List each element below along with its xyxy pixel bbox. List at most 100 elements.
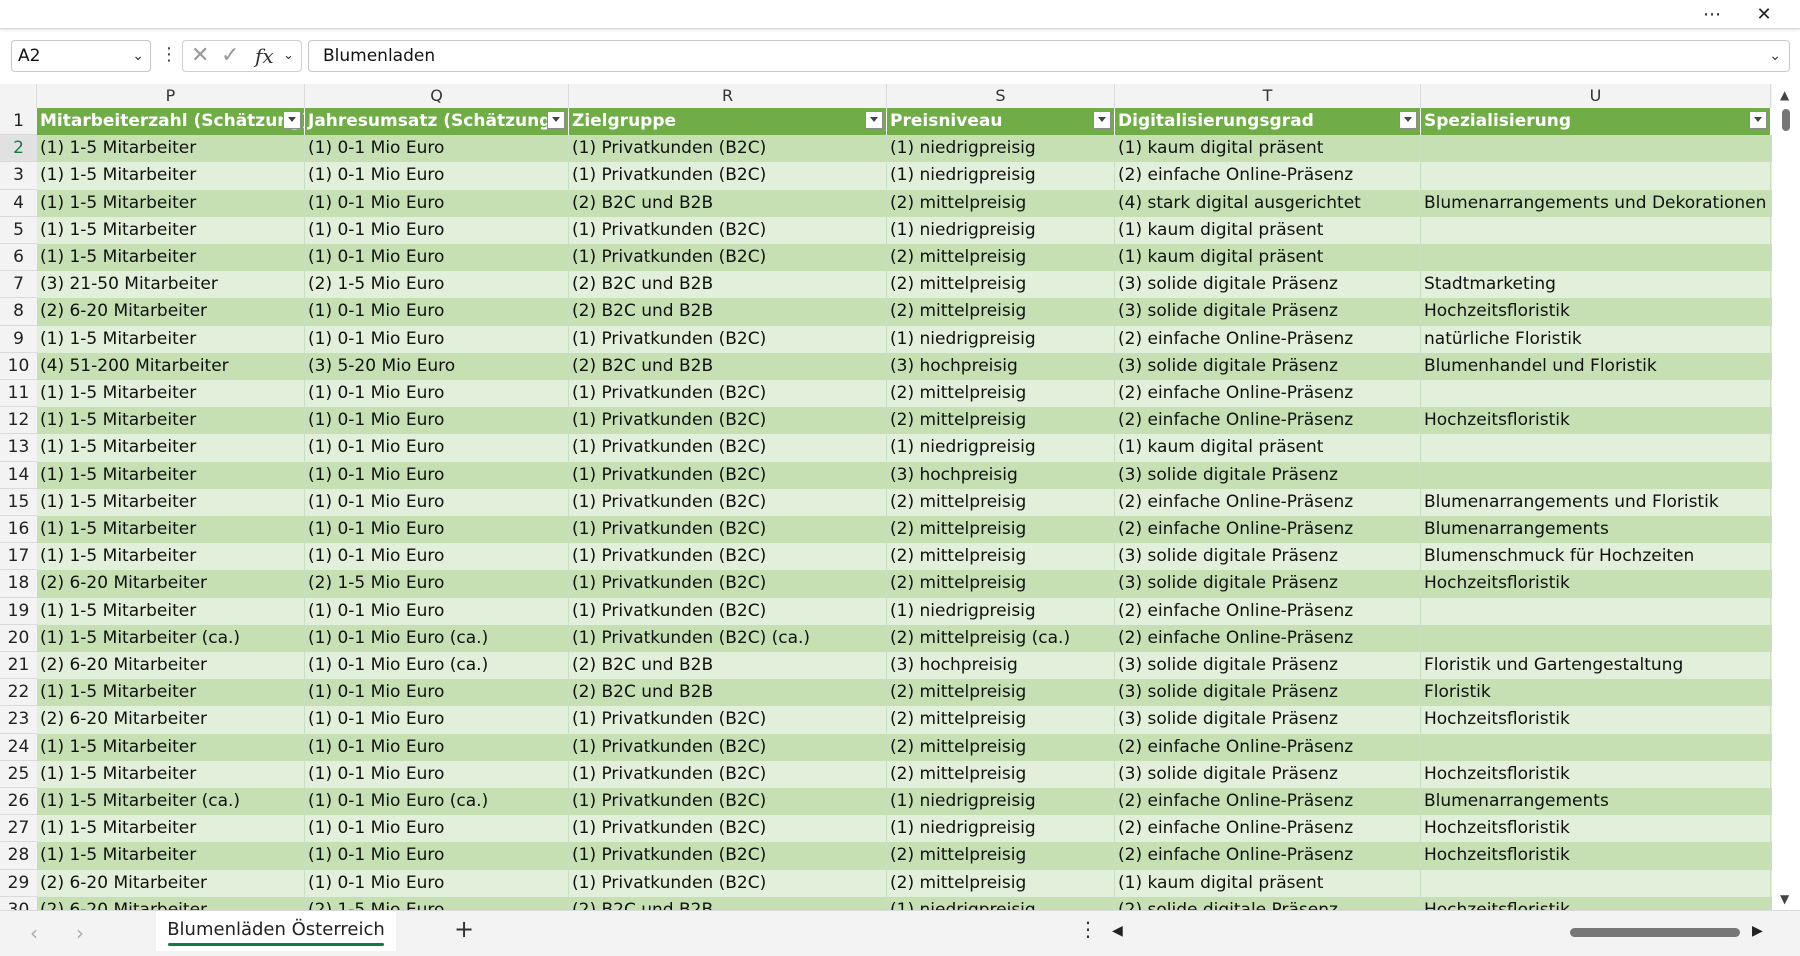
table-cell[interactable]: (2) mittelpreisig <box>887 271 1115 299</box>
table-cell[interactable]: (2) einfache Online-Präsenz <box>1115 407 1421 435</box>
table-cell[interactable]: (1) Privatkunden (B2C) <box>569 706 887 734</box>
vertical-scroll-thumb[interactable] <box>1782 109 1790 131</box>
table-cell[interactable]: (2) mittelpreisig <box>887 679 1115 707</box>
table-cell[interactable]: (1) Privatkunden (B2C) (ca.) <box>569 624 887 652</box>
table-cell[interactable]: (1) 1-5 Mitarbeiter <box>37 842 305 870</box>
table-cell[interactable]: (1) Privatkunden (B2C) <box>569 407 887 435</box>
column-header-s[interactable]: S <box>887 84 1115 108</box>
table-cell[interactable]: (1) Privatkunden (B2C) <box>569 516 887 544</box>
column-header-u[interactable]: U <box>1421 84 1771 108</box>
table-cell[interactable]: (1) 0-1 Mio Euro <box>305 407 569 435</box>
row-number[interactable]: 6 <box>0 244 37 272</box>
table-cell[interactable] <box>1421 434 1771 462</box>
table-cell[interactable]: (1) niedrigpreisig <box>887 434 1115 462</box>
row-number[interactable]: 28 <box>0 842 37 870</box>
table-cell[interactable]: (1) 1-5 Mitarbeiter <box>37 407 305 435</box>
table-cell[interactable]: (1) Privatkunden (B2C) <box>569 597 887 625</box>
table-cell[interactable]: (1) 1-5 Mitarbeiter <box>37 543 305 571</box>
table-cell[interactable]: (2) mittelpreisig <box>887 407 1115 435</box>
row-number[interactable]: 5 <box>0 216 37 244</box>
scroll-left-icon[interactable]: ◀ <box>1112 923 1123 939</box>
table-cell[interactable]: (1) 0-1 Mio Euro <box>305 706 569 734</box>
row-number[interactable]: 13 <box>0 434 37 462</box>
filter-dropdown-icon[interactable] <box>1399 111 1417 129</box>
table-cell[interactable]: (1) 0-1 Mio Euro <box>305 216 569 244</box>
table-header-cell[interactable]: Digitalisierungsgrad <box>1115 108 1421 136</box>
table-cell[interactable]: (1) 1-5 Mitarbeiter <box>37 815 305 843</box>
table-cell[interactable]: (1) 0-1 Mio Euro <box>305 162 569 190</box>
table-cell[interactable]: Blumenarrangements <box>1421 788 1771 816</box>
row-number[interactable]: 17 <box>0 543 37 571</box>
table-cell[interactable]: (2) mittelpreisig <box>887 733 1115 761</box>
column-header-p[interactable]: P <box>37 84 305 108</box>
table-cell[interactable]: (3) solide digitale Präsenz <box>1115 461 1421 489</box>
spreadsheet-grid[interactable]: PQRSTU 1 Mitarbeiterzahl (Schätzung) Jahre… <box>0 84 1772 910</box>
row-number[interactable]: 15 <box>0 488 37 516</box>
table-cell[interactable]: (2) mittelpreisig (ca.) <box>887 624 1115 652</box>
row-number[interactable]: 27 <box>0 815 37 843</box>
row-number[interactable]: 4 <box>0 189 37 217</box>
row-number[interactable]: 2 <box>0 135 37 163</box>
table-cell[interactable]: (2) 1-5 Mio Euro <box>305 896 569 910</box>
table-cell[interactable]: Blumenarrangements und Floristik <box>1421 488 1771 516</box>
column-header-t[interactable]: T <box>1115 84 1421 108</box>
table-cell[interactable]: (1) niedrigpreisig <box>887 597 1115 625</box>
table-cell[interactable]: (3) hochpreisig <box>887 652 1115 680</box>
table-cell[interactable]: (3) hochpreisig <box>887 352 1115 380</box>
row-number[interactable]: 20 <box>0 624 37 652</box>
table-cell[interactable]: (1) 0-1 Mio Euro <box>305 380 569 408</box>
chevron-down-icon[interactable]: ⌄ <box>132 41 144 71</box>
table-cell[interactable]: (1) 1-5 Mitarbeiter <box>37 461 305 489</box>
table-cell[interactable]: (1) 0-1 Mio Euro <box>305 815 569 843</box>
table-cell[interactable]: (3) solide digitale Präsenz <box>1115 543 1421 571</box>
table-cell[interactable]: (1) 0-1 Mio Euro <box>305 516 569 544</box>
table-cell[interactable] <box>1421 597 1771 625</box>
table-cell[interactable]: (2) 6-20 Mitarbeiter <box>37 896 305 910</box>
table-cell[interactable]: (1) 1-5 Mitarbeiter <box>37 760 305 788</box>
scroll-up-icon[interactable]: ▲ <box>1780 88 1789 102</box>
table-cell[interactable]: (1) kaum digital präsent <box>1115 244 1421 272</box>
table-cell[interactable]: (2) mittelpreisig <box>887 488 1115 516</box>
table-cell[interactable]: Hochzeitsfloristik <box>1421 896 1771 910</box>
row-number[interactable]: 10 <box>0 352 37 380</box>
table-cell[interactable]: (1) 1-5 Mitarbeiter <box>37 380 305 408</box>
table-cell[interactable]: (2) B2C und B2B <box>569 896 887 910</box>
filter-dropdown-icon[interactable] <box>283 111 301 129</box>
table-cell[interactable]: (3) 21-50 Mitarbeiter <box>37 271 305 299</box>
table-cell[interactable]: (2) B2C und B2B <box>569 652 887 680</box>
table-cell[interactable]: (1) niedrigpreisig <box>887 325 1115 353</box>
row-number[interactable]: 19 <box>0 597 37 625</box>
table-header-cell[interactable]: Preisniveau <box>887 108 1115 136</box>
table-cell[interactable]: (1) Privatkunden (B2C) <box>569 815 887 843</box>
table-cell[interactable]: (1) kaum digital präsent <box>1115 216 1421 244</box>
table-cell[interactable]: Blumenhandel und Floristik <box>1421 352 1771 380</box>
table-header-cell[interactable]: Mitarbeiterzahl (Schätzung) <box>37 108 305 136</box>
table-cell[interactable]: (1) 0-1 Mio Euro <box>305 434 569 462</box>
name-box[interactable]: A2 ⌄ <box>11 40 151 72</box>
table-cell[interactable]: Hochzeitsfloristik <box>1421 570 1771 598</box>
table-cell[interactable]: (3) solide digitale Präsenz <box>1115 652 1421 680</box>
close-icon[interactable]: ✕ <box>1742 0 1786 28</box>
table-cell[interactable]: (1) 1-5 Mitarbeiter <box>37 162 305 190</box>
check-icon[interactable]: ✓ <box>221 41 239 71</box>
table-cell[interactable]: Blumenschmuck für Hochzeiten <box>1421 543 1771 571</box>
table-cell[interactable]: Floristik <box>1421 679 1771 707</box>
table-cell[interactable]: (1) 0-1 Mio Euro <box>305 488 569 516</box>
table-cell[interactable] <box>1421 461 1771 489</box>
next-sheet-icon[interactable]: › <box>76 921 84 945</box>
table-cell[interactable]: (1) Privatkunden (B2C) <box>569 461 887 489</box>
table-cell[interactable]: (1) 1-5 Mitarbeiter <box>37 488 305 516</box>
table-cell[interactable]: (1) 0-1 Mio Euro <box>305 733 569 761</box>
table-cell[interactable]: (1) 1-5 Mitarbeiter <box>37 216 305 244</box>
table-cell[interactable]: (1) 0-1 Mio Euro (ca.) <box>305 788 569 816</box>
table-cell[interactable]: (2) 6-20 Mitarbeiter <box>37 570 305 598</box>
table-cell[interactable]: (1) Privatkunden (B2C) <box>569 434 887 462</box>
vertical-dots-icon[interactable]: ⋮ <box>160 40 178 72</box>
table-cell[interactable]: (1) 0-1 Mio Euro (ca.) <box>305 624 569 652</box>
insert-function-icon[interactable]: fx <box>255 41 274 71</box>
table-cell[interactable]: (1) niedrigpreisig <box>887 788 1115 816</box>
table-cell[interactable]: Blumenarrangements und Dekorationen <box>1421 189 1771 217</box>
chevron-down-icon[interactable]: ⌄ <box>283 41 294 71</box>
table-cell[interactable]: (1) Privatkunden (B2C) <box>569 325 887 353</box>
table-cell[interactable]: (2) mittelpreisig <box>887 543 1115 571</box>
